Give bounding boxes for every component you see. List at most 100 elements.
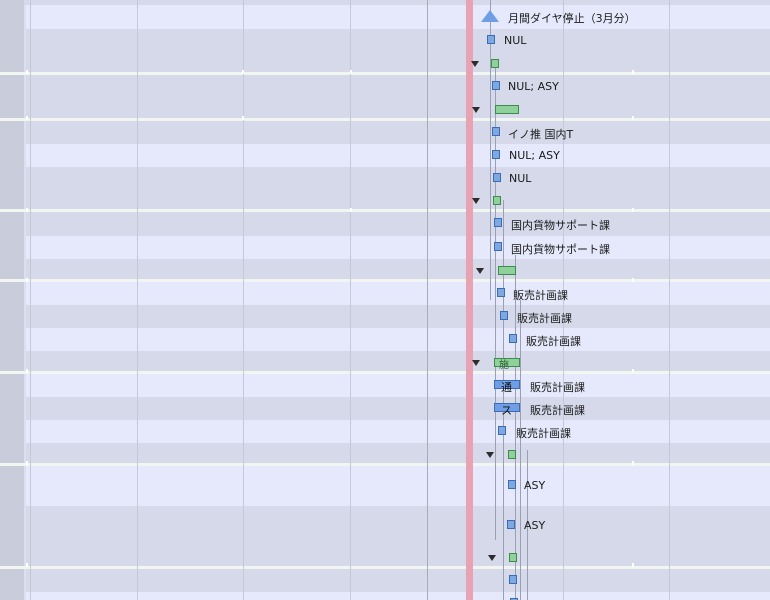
gantt-row xyxy=(0,5,770,29)
row-boundary-marker xyxy=(632,208,634,212)
gantt-row xyxy=(0,328,770,351)
row-header-divider xyxy=(24,351,26,371)
row-header xyxy=(0,236,24,259)
row-boundary-marker xyxy=(26,70,28,74)
gantt-row xyxy=(0,212,770,236)
bar-text: 通 xyxy=(501,381,512,394)
row-boundary-marker xyxy=(242,70,244,74)
milestone-icon[interactable] xyxy=(487,35,495,44)
row-header xyxy=(0,52,24,72)
task-label: 販売計画課 xyxy=(517,312,572,325)
row-header-divider xyxy=(24,328,26,351)
row-header xyxy=(0,29,24,52)
row-header xyxy=(0,328,24,351)
task-label: NUL xyxy=(504,34,527,47)
milestone-icon[interactable] xyxy=(507,520,515,529)
milestone-icon[interactable] xyxy=(494,242,502,251)
summary-bar[interactable] xyxy=(498,266,516,275)
task-label: 販売計画課 xyxy=(513,289,568,302)
milestone-icon[interactable] xyxy=(508,480,516,489)
gantt-row xyxy=(0,506,770,546)
row-boundary-marker xyxy=(632,461,634,465)
milestone-icon[interactable] xyxy=(493,173,501,182)
row-header-divider xyxy=(24,506,26,546)
expand-toggle-icon[interactable] xyxy=(471,61,479,67)
gantt-row xyxy=(0,443,770,466)
row-header-divider xyxy=(24,443,26,463)
milestone-icon[interactable] xyxy=(509,334,517,343)
milestone-triangle-icon[interactable] xyxy=(481,10,499,22)
milestone-icon[interactable] xyxy=(494,218,502,227)
row-header xyxy=(0,420,24,443)
grid-line xyxy=(427,0,428,600)
gantt-chart[interactable]: 月間ダイヤ停止（3月分） NUL NUL; ASY イノ推 国内T NUL; ASY NU… xyxy=(0,0,770,600)
grid-line xyxy=(30,0,31,600)
row-header xyxy=(0,282,24,305)
milestone-icon[interactable] xyxy=(492,127,500,136)
milestone-icon[interactable] xyxy=(492,150,500,159)
task-label: 販売計画課 xyxy=(516,427,571,440)
row-header-divider xyxy=(24,305,26,328)
gantt-row xyxy=(0,167,770,190)
milestone-icon[interactable] xyxy=(498,426,506,435)
today-line xyxy=(466,0,473,600)
expand-toggle-icon[interactable] xyxy=(472,360,480,366)
dependency-connector xyxy=(520,300,521,600)
row-header xyxy=(0,374,24,397)
row-header xyxy=(0,506,24,546)
row-header-divider xyxy=(24,374,26,397)
task-label: NUL; ASY xyxy=(509,149,560,162)
row-header xyxy=(0,5,24,29)
gantt-row xyxy=(0,466,770,506)
expand-toggle-icon[interactable] xyxy=(488,555,496,561)
expand-toggle-icon[interactable] xyxy=(472,198,480,204)
row-header-divider xyxy=(24,212,26,236)
task-label: 販売計画課 xyxy=(530,381,585,394)
row-header-divider xyxy=(24,144,26,167)
summary-bar[interactable]: 施 xyxy=(494,358,520,371)
gantt-row xyxy=(0,569,770,592)
row-header-divider xyxy=(24,236,26,259)
row-header-divider xyxy=(24,5,26,29)
task-label: ASY xyxy=(524,479,546,492)
grid-line xyxy=(350,0,351,600)
row-boundary-marker xyxy=(350,208,352,212)
task-label: イノ推 国内T xyxy=(508,128,574,141)
milestone-icon[interactable] xyxy=(497,288,505,297)
summary-bar[interactable] xyxy=(509,553,517,562)
gantt-row xyxy=(0,52,770,75)
gantt-row xyxy=(0,144,770,167)
task-bar[interactable]: 通 xyxy=(494,380,520,394)
gantt-row xyxy=(0,29,770,52)
gantt-row xyxy=(0,592,770,600)
row-header xyxy=(0,0,24,5)
summary-bar[interactable] xyxy=(491,59,499,68)
row-header-divider xyxy=(24,75,26,98)
gantt-row xyxy=(0,75,770,98)
row-boundary-marker xyxy=(26,563,28,567)
task-bar[interactable]: ス xyxy=(494,403,520,417)
row-boundary-marker xyxy=(26,116,28,120)
summary-bar[interactable] xyxy=(493,196,501,205)
row-header-divider xyxy=(24,121,26,144)
row-header xyxy=(0,212,24,236)
gantt-row xyxy=(0,420,770,443)
row-header-divider xyxy=(24,98,26,118)
expand-toggle-icon[interactable] xyxy=(472,107,480,113)
summary-bar[interactable] xyxy=(495,105,519,114)
row-header-divider xyxy=(24,167,26,190)
bar-text: ス xyxy=(501,404,512,417)
row-boundary-marker xyxy=(632,369,634,373)
summary-bar[interactable] xyxy=(508,450,516,459)
milestone-icon[interactable] xyxy=(509,575,517,584)
grid-line xyxy=(137,0,138,600)
expand-toggle-icon[interactable] xyxy=(476,268,484,274)
expand-toggle-icon[interactable] xyxy=(486,452,494,458)
task-label: ASY xyxy=(524,519,546,532)
row-header xyxy=(0,167,24,190)
milestone-icon[interactable] xyxy=(500,311,508,320)
row-boundary-marker xyxy=(632,563,634,567)
gantt-row xyxy=(0,305,770,328)
gantt-row xyxy=(0,98,770,121)
milestone-icon[interactable] xyxy=(492,81,500,90)
